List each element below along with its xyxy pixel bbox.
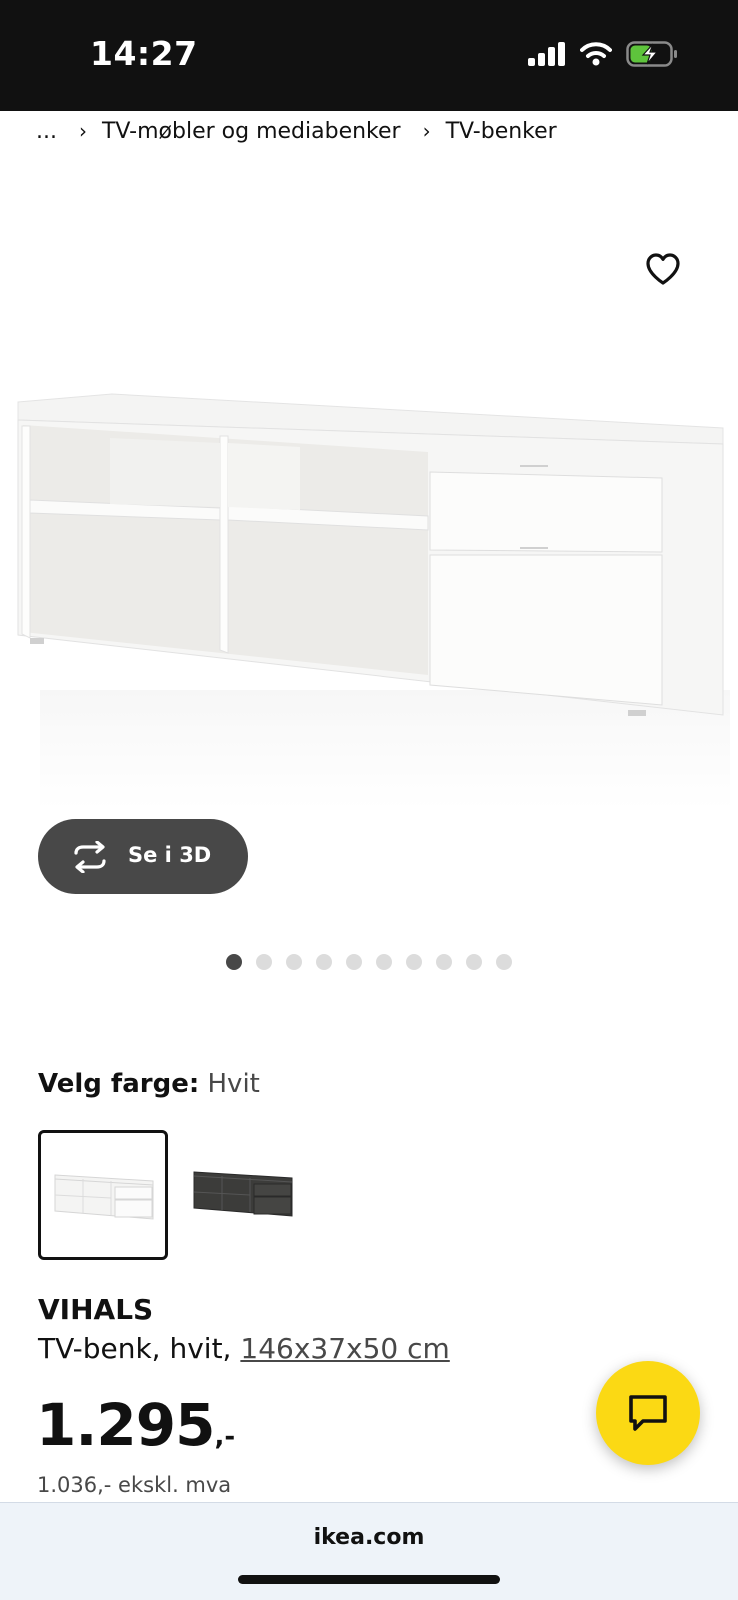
home-indicator[interactable] <box>238 1575 500 1584</box>
price-ex-vat: 1.036,- ekskl. mva <box>37 1473 232 1497</box>
rotate-3d-icon <box>74 841 106 873</box>
breadcrumb-item-tv-benker[interactable]: TV-benker <box>446 119 557 144</box>
price: 1.295,- <box>36 1391 235 1459</box>
gallery-pagination <box>226 954 512 970</box>
wifi-icon <box>580 42 612 66</box>
product-description: TV-benk, hvit, 146x37x50 cm <box>38 1332 450 1365</box>
chevron-right-icon: › <box>78 119 87 143</box>
status-time: 14:27 <box>90 34 198 73</box>
color-selected-value: Hvit <box>207 1069 260 1099</box>
gallery-dot[interactable] <box>406 954 422 970</box>
status-icons <box>528 38 678 70</box>
product-image[interactable] <box>0 380 738 830</box>
product-description-text: TV-benk, hvit, <box>38 1332 232 1365</box>
color-label: Velg farge: Hvit <box>38 1069 260 1099</box>
gallery-dot[interactable] <box>316 954 332 970</box>
gallery-dot[interactable] <box>466 954 482 970</box>
battery-charging-icon <box>626 41 677 67</box>
gallery-dot[interactable] <box>256 954 272 970</box>
tv-bench-dark-grey <box>193 1171 293 1217</box>
chat-button[interactable] <box>596 1361 700 1465</box>
tv-bench-white <box>17 393 730 810</box>
breadcrumb: ... › TV-møbler og mediabenker › TV-benk… <box>36 116 557 146</box>
heart-icon <box>646 253 680 285</box>
view-3d-label: Se i 3D <box>128 843 212 867</box>
breadcrumb-ellipsis[interactable]: ... <box>36 119 57 144</box>
gallery-dot[interactable] <box>346 954 362 970</box>
browser-url-bar[interactable]: ikea.com <box>0 1502 738 1600</box>
gallery-dot[interactable] <box>436 954 452 970</box>
color-swatch-dark-grey[interactable] <box>176 1130 306 1260</box>
gallery-dot[interactable] <box>226 954 242 970</box>
status-bar: 14:27 <box>0 0 738 111</box>
gallery-dot[interactable] <box>376 954 392 970</box>
price-amount: 1.295 <box>36 1391 215 1459</box>
chat-bubble-icon <box>629 1395 667 1431</box>
product-name: VIHALS <box>38 1293 154 1326</box>
tv-bench-white <box>54 1174 154 1220</box>
color-swatch-white[interactable] <box>38 1130 168 1260</box>
url-text[interactable]: ikea.com <box>0 1525 738 1550</box>
favorite-button[interactable] <box>642 248 684 290</box>
chevron-right-icon: › <box>422 119 431 143</box>
product-size-link[interactable]: 146x37x50 cm <box>240 1332 449 1365</box>
cellular-signal-icon <box>528 42 565 66</box>
color-label-title: Velg farge: <box>38 1069 200 1099</box>
price-suffix: ,- <box>214 1422 236 1452</box>
gallery-dot[interactable] <box>286 954 302 970</box>
breadcrumb-item-tv-mobler[interactable]: TV-møbler og mediabenker <box>102 119 401 144</box>
view-3d-button[interactable]: Se i 3D <box>38 819 248 894</box>
gallery-dot[interactable] <box>496 954 512 970</box>
